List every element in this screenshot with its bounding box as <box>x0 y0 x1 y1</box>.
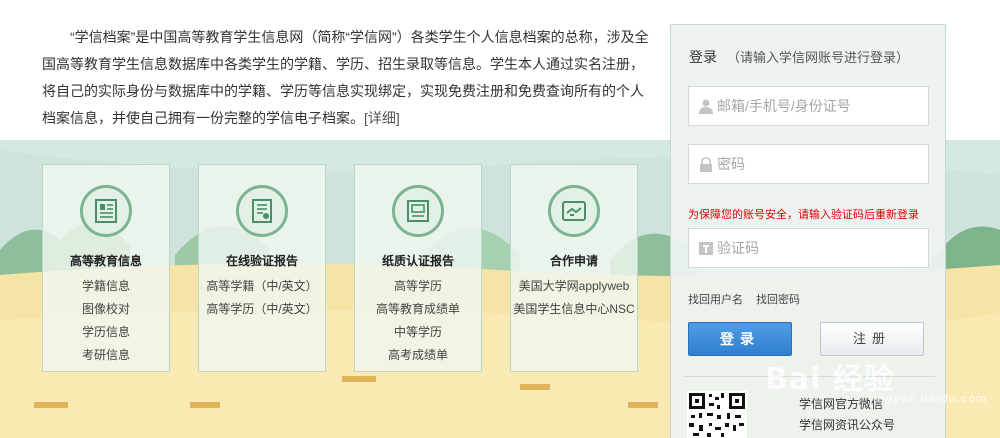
find-username-link[interactable]: 找回用户名 <box>688 294 743 306</box>
captcha-icon <box>699 242 713 255</box>
wechat-qr-code <box>687 391 747 438</box>
watermark-subtext: jingyan.baidu.com <box>869 392 988 405</box>
link-student-status-report[interactable]: 高等学籍（中/英文） <box>199 275 325 298</box>
card-title: 合作申请 <box>549 254 598 268</box>
handshake-icon <box>548 185 600 237</box>
qr-caption-news: 学信网资讯公众号 <box>799 418 896 432</box>
link-gaokao-transcript[interactable]: 高考成绩单 <box>355 344 481 367</box>
login-title: 登录 <box>689 49 717 65</box>
login-button[interactable]: 登录 <box>688 322 792 356</box>
card-title: 在线验证报告 <box>225 254 298 268</box>
intro-paragraph: “学信档案”是中国高等教育学生信息网（简称“学信网”）各类学生个人信息档案的总称… <box>42 24 654 132</box>
recovery-links: 找回用户名 找回密码 <box>688 291 813 307</box>
link-higher-education-transcript[interactable]: 高等教育成绩单 <box>355 298 481 321</box>
find-password-link[interactable]: 找回密码 <box>756 294 800 306</box>
password-field[interactable] <box>688 144 929 184</box>
card-title: 高等教育信息 <box>69 254 142 268</box>
captcha-field[interactable] <box>688 228 929 268</box>
card-title: 纸质认证报告 <box>381 254 454 268</box>
verification-report-icon <box>236 185 288 237</box>
captcha-input[interactable] <box>717 229 922 267</box>
card-cooperation-application: 合作申请 美国大学网applyweb 美国学生信息中心NSC <box>510 164 638 372</box>
card-higher-education-info: 高等教育信息 学籍信息 图像校对 学历信息 考研信息 <box>42 164 170 372</box>
link-degree-info[interactable]: 学历信息 <box>43 321 169 344</box>
link-student-status-info[interactable]: 学籍信息 <box>43 275 169 298</box>
baidu-jingyan-watermark: Bai 经验 jingyan.baidu.com <box>765 354 987 405</box>
link-degree-report[interactable]: 高等学历（中/英文） <box>199 298 325 321</box>
card-online-verification-report: 在线验证报告 高等学籍（中/英文） 高等学历（中/英文） <box>198 164 326 372</box>
student-record-icon <box>80 185 132 237</box>
username-input[interactable] <box>717 87 922 125</box>
login-subtitle: （请输入学信网账号进行登录） <box>727 50 910 65</box>
intro-text: “学信档案”是中国高等教育学生信息网（简称“学信网”）各类学生个人信息档案的总称… <box>42 29 649 126</box>
card-paper-certification-report: 纸质认证报告 高等学历 高等教育成绩单 中等学历 高考成绩单 <box>354 164 482 372</box>
link-secondary-degree[interactable]: 中等学历 <box>355 321 481 344</box>
link-nsc[interactable]: 美国学生信息中心NSC <box>511 298 637 321</box>
link-image-verification[interactable]: 图像校对 <box>43 298 169 321</box>
username-field[interactable] <box>688 86 929 126</box>
password-input[interactable] <box>717 145 922 183</box>
lock-icon <box>700 157 712 172</box>
user-icon <box>699 99 713 114</box>
details-link[interactable]: [详细] <box>364 110 400 126</box>
link-postgraduate-exam-info[interactable]: 考研信息 <box>43 344 169 367</box>
link-applyweb[interactable]: 美国大学网applyweb <box>511 275 637 298</box>
paper-certificate-icon <box>392 185 444 237</box>
security-warning: 为保障您的账号安全，请输入验证码后重新登录 <box>688 209 919 221</box>
register-button[interactable]: 注册 <box>820 322 924 356</box>
link-higher-degree[interactable]: 高等学历 <box>355 275 481 298</box>
login-header: 登录 （请输入学信网账号进行登录） <box>689 47 909 67</box>
